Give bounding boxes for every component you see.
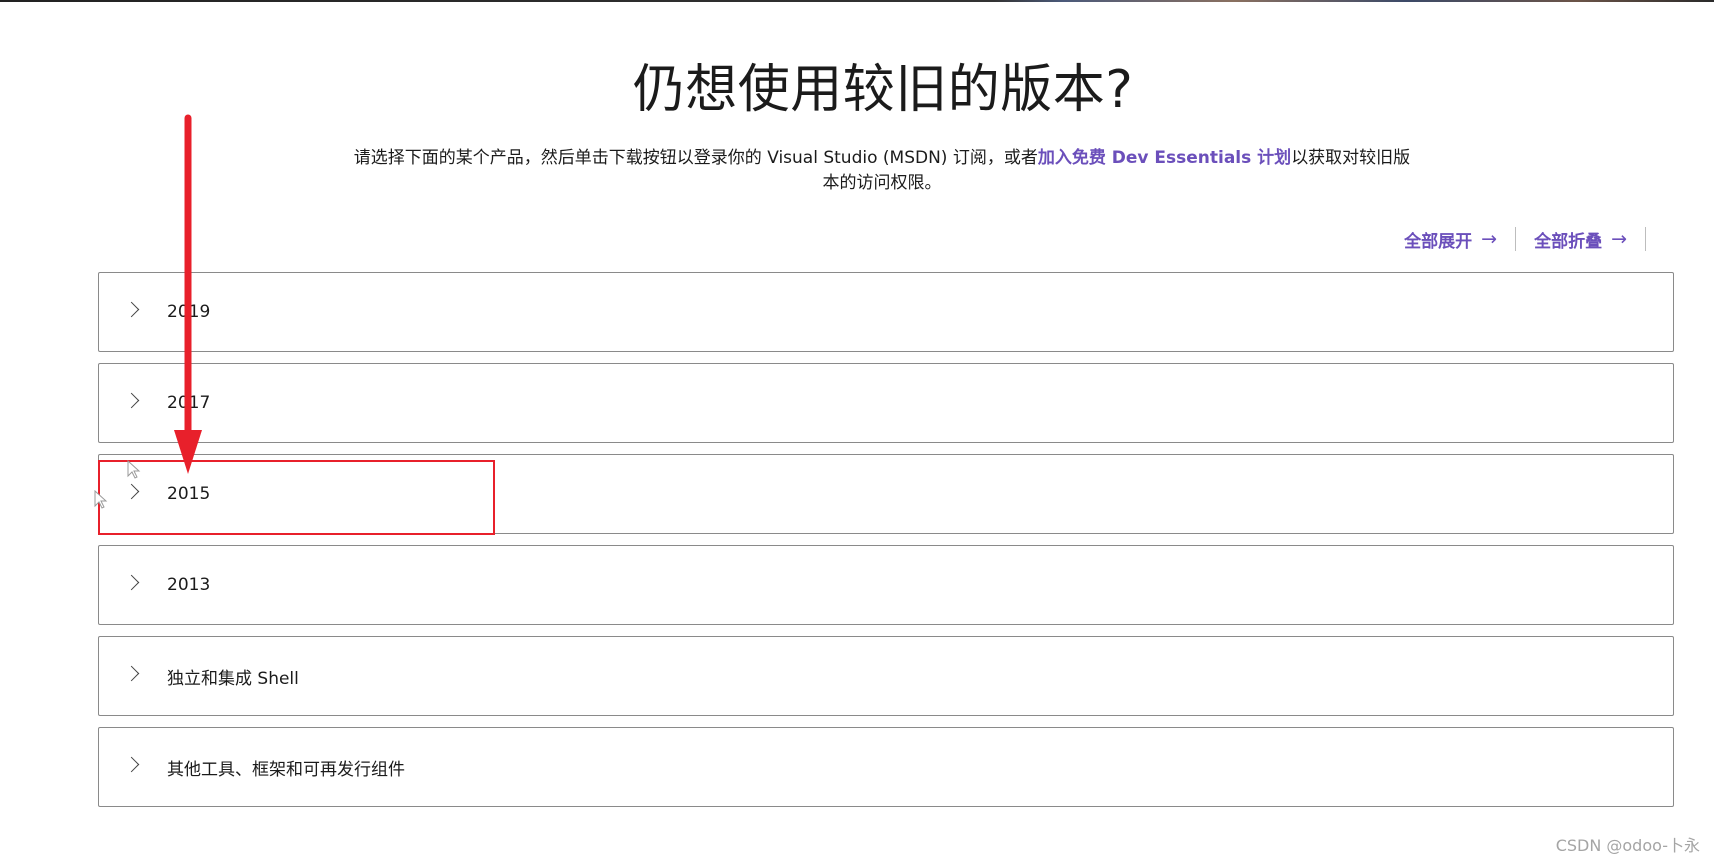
accordion-item-label: 独立和集成 Shell — [167, 668, 299, 689]
page-subtitle: 请选择下面的某个产品，然后单击下载按钮以登录你的 Visual Studio (… — [348, 146, 1416, 196]
accordion-item-2017[interactable]: 2017 — [98, 363, 1674, 443]
accordion-item-label: 2017 — [167, 393, 211, 413]
accordion-item-label: 2019 — [167, 302, 211, 322]
accordion-controls: 全部展开 → 全部折叠 → — [1404, 226, 1664, 252]
accordion-item-label: 2015 — [167, 484, 211, 504]
accordion-item-2019[interactable]: 2019 — [98, 272, 1674, 352]
chevron-right-icon — [123, 392, 140, 408]
accordion-item-label: 2013 — [167, 575, 211, 595]
divider — [1515, 227, 1517, 251]
accordion-item-shell[interactable]: 独立和集成 Shell — [98, 636, 1674, 716]
accordion-item-other-tools[interactable]: 其他工具、框架和可再发行组件 — [98, 727, 1674, 807]
chevron-right-icon — [123, 301, 140, 317]
chevron-right-icon — [123, 665, 140, 681]
chevron-right-icon — [123, 483, 140, 499]
subtitle-text-before: 请选择下面的某个产品，然后单击下载按钮以登录你的 Visual Studio (… — [353, 148, 1038, 168]
chevron-right-icon — [123, 574, 140, 590]
top-border — [0, 0, 1714, 2]
collapse-all-button[interactable]: 全部折叠 → — [1534, 227, 1645, 252]
dev-essentials-link[interactable]: 加入免费 Dev Essentials 计划 — [1038, 148, 1291, 168]
version-accordion: 2019 2017 2015 2013 独立和集成 Shell 其他工具、框架和… — [98, 272, 1674, 818]
page-title: 仍想使用较旧的版本? — [632, 60, 1134, 120]
accordion-item-2015[interactable]: 2015 — [98, 454, 1674, 534]
collapse-all-label: 全部折叠 — [1534, 231, 1603, 252]
arrow-right-icon: → — [1481, 228, 1498, 250]
chevron-right-icon — [123, 756, 140, 772]
watermark: CSDN @odoo-卜永 — [1555, 836, 1700, 855]
expand-all-label: 全部展开 — [1404, 231, 1473, 252]
accordion-item-label: 其他工具、框架和可再发行组件 — [167, 759, 405, 780]
divider — [1645, 227, 1646, 251]
accordion-item-2013[interactable]: 2013 — [98, 545, 1674, 625]
expand-all-button[interactable]: 全部展开 → — [1404, 227, 1515, 252]
arrow-right-icon: → — [1611, 228, 1627, 250]
